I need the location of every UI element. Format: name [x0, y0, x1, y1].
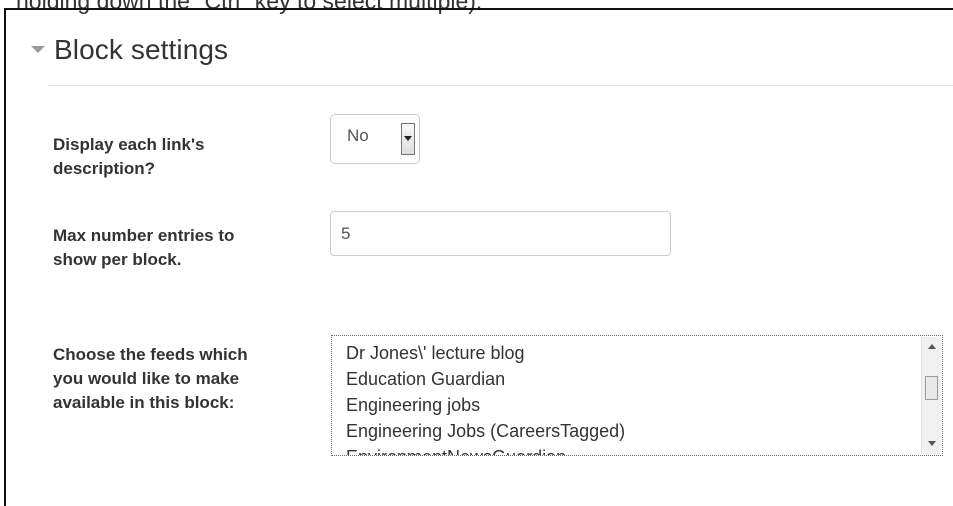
- scroll-down-arrow-icon[interactable]: [922, 434, 942, 454]
- feed-option[interactable]: EnvironmentNewsGuardian: [346, 444, 906, 455]
- display-description-value: No: [347, 126, 369, 145]
- feeds-scrollbar[interactable]: [921, 337, 941, 454]
- block-settings-header[interactable]: Block settings: [28, 34, 228, 66]
- feeds-list: Dr Jones\' lecture blog Education Guardi…: [346, 340, 906, 455]
- dropdown-arrow-icon[interactable]: [401, 123, 415, 155]
- max-entries-input[interactable]: [330, 211, 671, 256]
- moodle-block-settings-page: holding down the "Ctrl" key to select mu…: [0, 0, 953, 506]
- display-description-select[interactable]: No: [330, 114, 420, 164]
- display-description-label: Display each link's description?: [53, 135, 205, 178]
- feeds-multiselect[interactable]: Dr Jones\' lecture blog Education Guardi…: [331, 335, 943, 456]
- block-settings-title: Block settings: [54, 34, 229, 65]
- scroll-up-arrow-icon[interactable]: [922, 337, 942, 357]
- feed-option[interactable]: Dr Jones\' lecture blog: [346, 340, 906, 366]
- scroll-thumb[interactable]: [925, 376, 938, 400]
- feeds-label: Choose the feeds which you would like to…: [53, 345, 248, 412]
- feed-option[interactable]: Education Guardian: [346, 366, 906, 392]
- triangle-down-icon[interactable]: [28, 40, 48, 60]
- feed-option[interactable]: Engineering Jobs (CareersTagged): [346, 418, 906, 444]
- section-divider: [48, 85, 953, 86]
- feed-option[interactable]: Engineering jobs: [346, 392, 906, 418]
- max-entries-label: Max number entries to show per block.: [53, 226, 235, 269]
